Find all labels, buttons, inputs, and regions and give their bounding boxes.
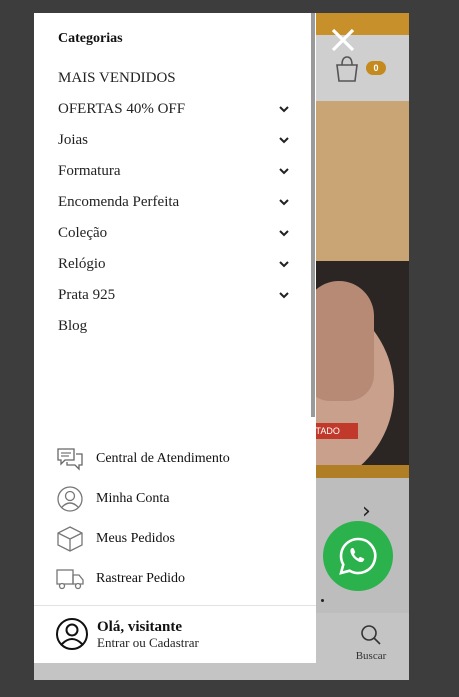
close-icon[interactable]: [329, 26, 357, 54]
drawer-scrollbar[interactable]: [311, 13, 315, 417]
category-menu: MAIS VENDIDOS OFERTAS 40% OFF Joias Form…: [58, 63, 290, 342]
search-icon: [361, 625, 381, 645]
menu-item-colecao[interactable]: Coleção: [58, 218, 290, 249]
link-minha-conta[interactable]: Minha Conta: [55, 479, 295, 519]
chat-bubbles-icon: [55, 444, 85, 474]
chevron-down-icon[interactable]: [278, 104, 290, 116]
truck-icon: [55, 564, 85, 594]
categories-heading: Categorias: [58, 31, 123, 46]
category-drawer: Categorias MAIS VENDIDOS OFERTAS 40% OFF…: [34, 13, 316, 663]
link-label: Minha Conta: [96, 491, 170, 506]
link-label: Central de Atendimento: [96, 451, 230, 466]
package-box-icon: [55, 524, 85, 554]
menu-item-ofertas[interactable]: OFERTAS 40% OFF: [58, 94, 290, 125]
carousel-dot: [321, 599, 324, 602]
whatsapp-button[interactable]: [323, 521, 393, 591]
menu-item-relogio[interactable]: Relógio: [58, 249, 290, 280]
login-register-link[interactable]: Entrar ou Cadastrar: [97, 635, 199, 651]
nav-search-label: Buscar: [355, 650, 387, 662]
service-links: Central de Atendimento Minha Conta Meus …: [55, 439, 295, 599]
menu-item-joias[interactable]: Joias: [58, 125, 290, 156]
chevron-right-icon[interactable]: ›: [362, 499, 371, 524]
menu-item-formatura[interactable]: Formatura: [58, 156, 290, 187]
nav-search[interactable]: Buscar: [351, 623, 391, 662]
whatsapp-icon: [339, 537, 377, 575]
cart-count-badge: 0: [366, 61, 386, 75]
link-central-atendimento[interactable]: Central de Atendimento: [55, 439, 295, 479]
chevron-down-icon[interactable]: [278, 197, 290, 209]
menu-item-blog[interactable]: Blog: [58, 311, 290, 342]
menu-item-mais-vendidos[interactable]: MAIS VENDIDOS: [58, 63, 290, 94]
account-footer[interactable]: Olá, visitante Entrar ou Cadastrar: [34, 605, 316, 663]
user-circle-icon: [55, 617, 89, 651]
link-meus-pedidos[interactable]: Meus Pedidos: [55, 519, 295, 559]
menu-item-prata-925[interactable]: Prata 925: [58, 280, 290, 311]
chevron-down-icon[interactable]: [278, 166, 290, 178]
greeting-text: Olá, visitante: [97, 619, 182, 635]
user-circle-icon: [55, 484, 85, 514]
chevron-down-icon[interactable]: [278, 135, 290, 147]
link-label: Meus Pedidos: [96, 531, 175, 546]
shopping-bag-icon[interactable]: [334, 55, 360, 83]
link-rastrear-pedido[interactable]: Rastrear Pedido: [55, 559, 295, 599]
chevron-down-icon[interactable]: [278, 290, 290, 302]
chevron-down-icon[interactable]: [278, 259, 290, 271]
menu-item-encomenda-perfeita[interactable]: Encomenda Perfeita: [58, 187, 290, 218]
chevron-down-icon[interactable]: [278, 228, 290, 240]
link-label: Rastrear Pedido: [96, 571, 186, 586]
